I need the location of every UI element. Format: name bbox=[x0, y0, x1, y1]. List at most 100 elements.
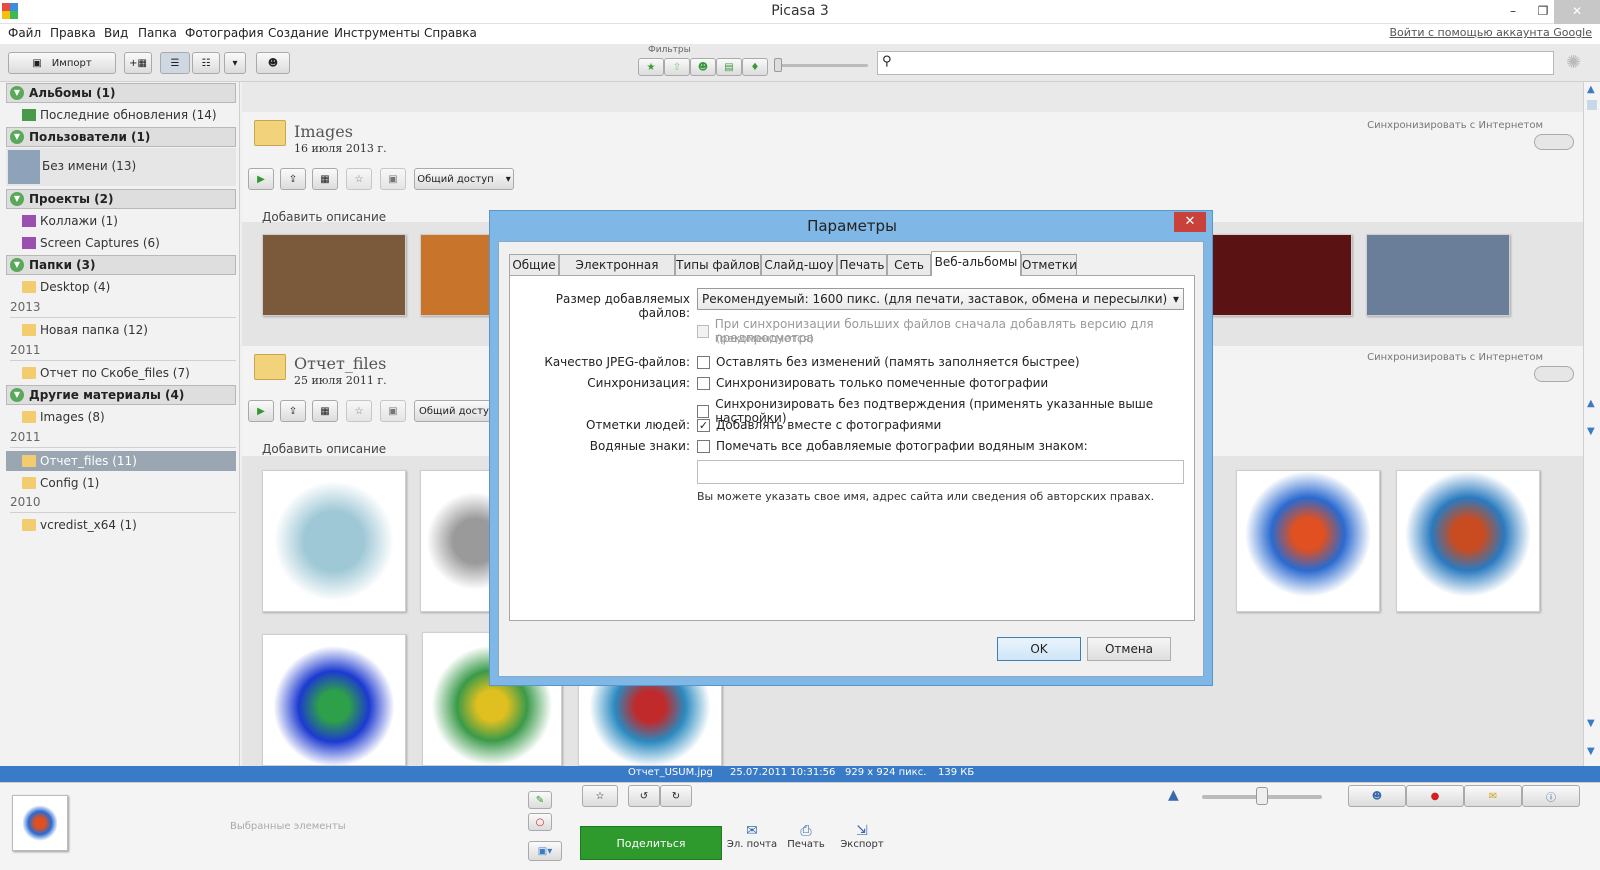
date-filter-slider[interactable] bbox=[776, 64, 868, 67]
collage-button[interactable]: ▦ bbox=[312, 400, 338, 422]
photo-thumbnail[interactable] bbox=[262, 634, 406, 766]
menu-file[interactable]: Файл bbox=[8, 26, 41, 40]
section-people[interactable]: ▼ Пользователи (1) bbox=[6, 127, 236, 147]
sync-no-confirm-checkbox[interactable] bbox=[697, 404, 710, 418]
tab-general[interactable]: Общие bbox=[509, 254, 559, 275]
people-tags-checkbox[interactable]: ✓ bbox=[697, 418, 710, 432]
photo-thumbnail[interactable] bbox=[1208, 234, 1352, 316]
filter-faces-button[interactable]: ☻ bbox=[690, 58, 716, 76]
sidebar-item-unnamed-person[interactable]: Без имени (13) bbox=[6, 148, 236, 186]
scroll-up-icon[interactable]: ▲ bbox=[1587, 398, 1595, 409]
import-button[interactable]: ▣ Импорт bbox=[8, 52, 116, 74]
sidebar-item-recent-updates[interactable]: Последние обновления (14) bbox=[22, 105, 217, 125]
search-box[interactable]: ⚲ bbox=[877, 51, 1554, 75]
scroll-up-icon[interactable]: ▲ bbox=[1587, 84, 1595, 95]
watermark-option[interactable]: Помечать все добавляемые фотографии водя… bbox=[697, 439, 1088, 453]
photo-thumbnail[interactable] bbox=[1236, 470, 1380, 612]
star-button[interactable]: ☆ bbox=[346, 168, 372, 190]
scroll-thumb[interactable] bbox=[1587, 100, 1597, 110]
people-button[interactable]: ☻ bbox=[256, 52, 290, 74]
tab-network[interactable]: Сеть bbox=[887, 254, 931, 275]
add-to-album-button[interactable]: +▦ bbox=[124, 52, 152, 74]
tab-slideshow[interactable]: Слайд-шоу bbox=[761, 254, 837, 275]
photo-thumbnail[interactable] bbox=[1396, 470, 1540, 612]
photo-thumbnail[interactable] bbox=[262, 234, 406, 316]
menu-create[interactable]: Создание bbox=[268, 26, 329, 40]
menu-help[interactable]: Справка bbox=[424, 26, 477, 40]
sidebar-item-images[interactable]: Images (8) bbox=[22, 407, 105, 427]
tab-web-albums[interactable]: Веб-альбомы bbox=[931, 251, 1021, 276]
menu-edit[interactable]: Правка bbox=[50, 26, 96, 40]
tree-view-button[interactable]: ☷ bbox=[192, 52, 220, 74]
filter-geotag-button[interactable]: ♦ bbox=[742, 58, 768, 76]
export-button[interactable]: ⇲ Экспорт bbox=[832, 823, 892, 850]
sidebar-item-new-folder[interactable]: Новая папка (12) bbox=[22, 320, 148, 340]
upload-button[interactable]: ⇪ bbox=[280, 400, 306, 422]
preview-first-checkbox[interactable] bbox=[697, 324, 709, 338]
date-filter-thumb[interactable] bbox=[774, 58, 782, 72]
hold-button[interactable]: ✎ bbox=[528, 791, 552, 809]
sidebar-item-desktop[interactable]: Desktop (4) bbox=[22, 277, 110, 297]
jpeg-keep-checkbox[interactable] bbox=[697, 355, 710, 369]
filter-starred-button[interactable]: ★ bbox=[638, 58, 664, 76]
scroll-down-icon[interactable]: ▼ bbox=[1587, 746, 1595, 757]
menu-folder[interactable]: Папка bbox=[138, 26, 177, 40]
section-folders[interactable]: ▼ Папки (3) bbox=[6, 255, 236, 275]
sync-toggle[interactable] bbox=[1534, 134, 1574, 150]
sidebar-item-report-skoba[interactable]: Отчет по Скобе_files (7) bbox=[22, 363, 190, 383]
email-button[interactable]: ✉ Эл. почта bbox=[722, 823, 782, 850]
rotate-left-button[interactable]: ↺ bbox=[628, 785, 660, 807]
sidebar-item-config[interactable]: Config (1) bbox=[22, 473, 99, 493]
tab-print[interactable]: Печать bbox=[837, 254, 887, 275]
photo-thumbnail[interactable] bbox=[262, 470, 406, 612]
filter-uploaded-button[interactable]: ⇧ bbox=[664, 58, 690, 76]
save-button[interactable]: ▣ bbox=[380, 400, 406, 422]
tab-email[interactable]: Электронная почта bbox=[559, 254, 675, 292]
add-description[interactable]: Добавить описание bbox=[262, 442, 386, 456]
jpeg-keep-option[interactable]: Оставлять без изменений (память заполняе… bbox=[697, 355, 1080, 369]
watermark-checkbox[interactable] bbox=[697, 439, 710, 453]
places-panel-button[interactable]: ● bbox=[1406, 785, 1464, 807]
selected-thumbnail[interactable] bbox=[12, 795, 68, 851]
info-panel-button[interactable]: ⓘ bbox=[1522, 785, 1580, 807]
share-button[interactable]: Поделиться bbox=[580, 826, 722, 860]
zoom-slider-thumb[interactable] bbox=[1256, 787, 1268, 805]
watermark-input[interactable] bbox=[697, 460, 1184, 484]
dialog-close-button[interactable]: ✕ bbox=[1174, 212, 1206, 232]
scroll-down-icon[interactable]: ▼ bbox=[1587, 718, 1595, 729]
people-panel-button[interactable]: ☻ bbox=[1348, 785, 1406, 807]
sidebar-item-collages[interactable]: Коллажи (1) bbox=[22, 211, 118, 231]
tab-file-types[interactable]: Типы файлов bbox=[675, 254, 761, 275]
upload-size-select[interactable]: Рекомендуемый: 1600 пикс. (для печати, з… bbox=[697, 288, 1184, 310]
section-albums[interactable]: ▼ Альбомы (1) bbox=[6, 83, 236, 103]
star-button[interactable]: ☆ bbox=[582, 785, 618, 807]
tab-tags[interactable]: Отметки bbox=[1021, 254, 1077, 275]
sync-toggle[interactable] bbox=[1534, 366, 1574, 382]
add-description[interactable]: Добавить описание bbox=[262, 210, 386, 224]
photo-thumbnail[interactable] bbox=[420, 470, 490, 612]
album-title[interactable]: Отчет_files bbox=[294, 354, 386, 373]
upload-button[interactable]: ⇪ bbox=[280, 168, 306, 190]
minimize-button[interactable]: – bbox=[1498, 0, 1528, 24]
scroll-down-icon[interactable]: ▼ bbox=[1587, 426, 1595, 437]
list-view-button[interactable]: ☰ bbox=[160, 52, 190, 74]
album-title[interactable]: Images bbox=[294, 122, 353, 141]
tags-panel-button[interactable]: ✉ bbox=[1464, 785, 1522, 807]
share-dropdown[interactable]: Общий доступ ▾ bbox=[414, 168, 514, 190]
people-tags-option[interactable]: ✓ Добавлять вместе с фотографиями bbox=[697, 418, 941, 432]
section-projects[interactable]: ▼ Проекты (2) bbox=[6, 189, 236, 209]
close-button[interactable]: ✕ bbox=[1554, 0, 1600, 24]
album-add-button[interactable]: ▣▾ bbox=[528, 841, 562, 861]
play-slideshow-button[interactable]: ▶ bbox=[248, 400, 274, 422]
clear-button[interactable]: ○ bbox=[528, 813, 552, 831]
cancel-button[interactable]: Отмена bbox=[1087, 637, 1171, 661]
sidebar-item-screen-captures[interactable]: Screen Captures (6) bbox=[22, 233, 160, 253]
view-dropdown[interactable]: ▾ bbox=[224, 52, 246, 74]
ok-button[interactable]: OK bbox=[997, 637, 1081, 661]
photo-thumbnail[interactable] bbox=[1366, 234, 1510, 316]
print-button[interactable]: ⎙ Печать bbox=[776, 823, 836, 850]
photo-thumbnail[interactable] bbox=[420, 234, 490, 316]
sidebar-item-vcredist[interactable]: vcredist_x64 (1) bbox=[22, 515, 137, 535]
sync-starred-checkbox[interactable] bbox=[697, 376, 710, 390]
collage-button[interactable]: ▦ bbox=[312, 168, 338, 190]
